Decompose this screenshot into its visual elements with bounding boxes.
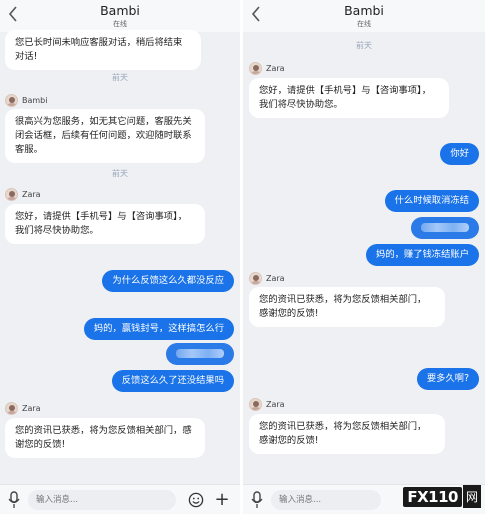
message-input[interactable] [28, 490, 176, 510]
microphone-icon[interactable] [8, 491, 20, 509]
message-bubble-agent: 您好，请提供【手机号】与【咨询事项】，我们将尽快协助您。 [5, 204, 205, 244]
message-bubble-user: 为什么反馈这么久都没反应 [102, 270, 234, 292]
message-input[interactable] [271, 490, 381, 510]
message-bubble-user-blurred [166, 343, 234, 365]
chat-title: Bambi [100, 3, 140, 18]
avatar [5, 94, 18, 107]
microphone-icon[interactable] [251, 491, 263, 509]
message-bubble-user-blurred [411, 217, 479, 239]
chat-panel-left: Bambi 在线 您已长时间未响应客服对话，稍后将结束对话! 前天 Bambi … [0, 0, 240, 514]
sender-name: Zara [266, 274, 285, 283]
online-status: 在线 [357, 20, 371, 28]
message-bubble-agent: 您的资讯已获悉，将为您反馈相关部门，感谢您的反馈! [5, 418, 205, 458]
sender-row: Zara [5, 402, 41, 415]
message-bubble-agent: 您好，请提供【手机号】与【咨询事项】，我们将尽快协助您。 [249, 78, 449, 118]
sender-row: Bambi [5, 94, 47, 107]
date-separator: 前天 [356, 41, 372, 50]
fx110-watermark: FX110 网 [403, 485, 481, 508]
message-bubble-user: 什么时候取消冻结 [384, 190, 479, 212]
avatar [249, 398, 262, 411]
emoji-icon[interactable] [188, 492, 204, 508]
date-separator: 前天 [112, 169, 128, 178]
message-bubble-user: 妈的，赚了钱冻结账户 [366, 244, 479, 266]
avatar [5, 188, 18, 201]
message-bubble-user: 妈的，赢钱封号，这样搞怎么行 [83, 318, 234, 340]
sender-row: Zara [249, 272, 285, 285]
sender-row: Zara [249, 398, 285, 411]
message-bubble-agent: 很高兴为您服务，如无其它问题，客服先关闭会话框，后续有任何问题，欢迎随时联系客服… [5, 109, 205, 163]
chat-title: Bambi [344, 3, 384, 18]
sender-row: Zara [249, 62, 285, 75]
chat-header: Bambi 在线 [243, 0, 485, 32]
online-status: 在线 [113, 20, 127, 28]
avatar [249, 272, 262, 285]
message-bubble-user: 反馈这么久了还没结果吗 [111, 370, 234, 392]
sender-name: Zara [22, 190, 41, 199]
blurred-content [421, 223, 469, 232]
watermark-logo: FX110 [403, 486, 462, 507]
avatar [5, 402, 18, 415]
sender-name: Zara [266, 400, 285, 409]
sender-name: Bambi [22, 96, 48, 105]
watermark-logo-cn: 网 [462, 485, 481, 508]
message-bubble-user: 你好 [440, 143, 479, 165]
blurred-content [176, 349, 224, 358]
message-bubble-agent: 您的资讯已获悉，将为您反馈相关部门，感谢您的反馈! [249, 287, 445, 327]
sender-name: Zara [22, 404, 41, 413]
sender-row: Zara [5, 188, 41, 201]
message-bubble-system: 您已长时间未响应客服对话，稍后将结束对话! [5, 30, 201, 70]
date-separator: 前天 [112, 73, 128, 82]
chat-panel-right: Bambi 在线 前天 Zara 您好，请提供【手机号】与【咨询事项】，我们将尽… [243, 0, 485, 514]
message-bubble-user: 要多久啊? [416, 368, 479, 390]
avatar [249, 62, 262, 75]
chat-header: Bambi 在线 [0, 0, 240, 32]
sender-name: Zara [266, 64, 285, 73]
plus-icon[interactable]: + [214, 491, 230, 509]
message-input-bar: + [0, 484, 240, 514]
message-bubble-agent: 您的资讯已获悉，将为您反馈相关部门，感谢您的反馈! [249, 414, 445, 454]
